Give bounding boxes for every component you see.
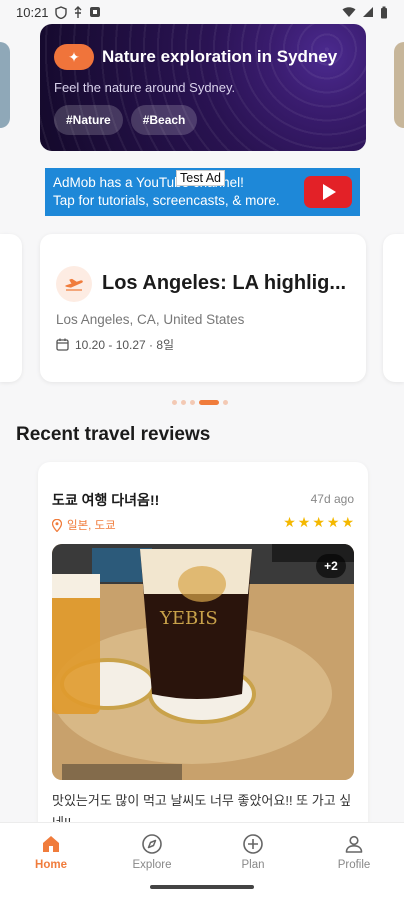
signal-icon xyxy=(363,7,373,17)
carousel-indicator xyxy=(172,400,228,405)
carousel-dot[interactable] xyxy=(190,400,195,405)
compass-icon xyxy=(142,834,162,854)
app-notification-icon xyxy=(89,7,100,17)
usb-icon xyxy=(74,5,82,18)
carousel-dot-active[interactable] xyxy=(199,400,219,405)
plus-circle-icon xyxy=(243,834,263,854)
photo-count-badge: +2 xyxy=(316,554,346,578)
star-icon: ★ xyxy=(312,514,325,530)
status-bar: 10:21 xyxy=(0,0,404,24)
hero-title: Nature exploration in Sydney xyxy=(102,47,338,66)
nav-label: Plan xyxy=(241,859,265,871)
hero-tag[interactable]: #Nature xyxy=(54,105,123,135)
sparkle-icon: ✦ xyxy=(54,44,94,70)
hero-card[interactable]: ✦ Nature exploration in Sydney Feel the … xyxy=(40,24,366,151)
hero-card-peek-left[interactable] xyxy=(0,42,10,128)
trip-card[interactable]: Los Angeles: LA highlig... Los Angeles, … xyxy=(40,234,366,382)
trip-dates: 10.20 - 10.27 · 8일 xyxy=(75,338,175,352)
star-icon: ★ xyxy=(297,514,311,530)
youtube-play-icon[interactable] xyxy=(304,176,352,208)
svg-text:YEBIS: YEBIS xyxy=(159,608,218,629)
carousel-dot[interactable] xyxy=(181,400,186,405)
status-time: 10:21 xyxy=(16,4,49,20)
trip-card-peek-left[interactable] xyxy=(0,234,22,382)
trip-card-peek-right[interactable] xyxy=(383,234,404,382)
nav-label: Profile xyxy=(337,859,371,871)
trip-title: Los Angeles: LA highlig... xyxy=(102,272,347,294)
carousel-dot[interactable] xyxy=(223,400,228,405)
nav-label: Explore xyxy=(132,859,172,871)
test-ad-label: Test Ad xyxy=(176,170,225,186)
review-card[interactable]: 도쿄 여행 다녀옴!! 47d ago 일본, 도쿄 ★ ★ ★ ★ ★ YEB… xyxy=(38,462,368,842)
review-location: 일본, 도쿄 xyxy=(67,520,116,532)
nav-label: Home xyxy=(35,859,67,871)
hero-subtitle: Feel the nature around Sydney. xyxy=(54,80,236,95)
star-icon: ★ xyxy=(326,514,340,530)
person-icon xyxy=(345,835,363,853)
section-title: Recent travel reviews xyxy=(16,424,211,445)
hero-tag[interactable]: #Beach xyxy=(130,105,198,135)
trip-location: Los Angeles, CA, United States xyxy=(56,312,245,327)
beer-photo-illustration: YEBIS xyxy=(52,544,354,780)
nav-plan[interactable]: Plan xyxy=(218,833,288,871)
review-photo[interactable]: YEBIS +2 xyxy=(52,544,354,780)
wifi-icon xyxy=(342,7,356,17)
rating-stars: ★ ★ ★ ★ ★ xyxy=(283,514,354,531)
review-title: 도쿄 여행 다녀옴!! xyxy=(52,492,160,508)
star-icon: ★ xyxy=(283,514,296,530)
calendar-icon xyxy=(56,338,69,351)
airplane-icon xyxy=(56,266,92,302)
shield-icon xyxy=(54,5,67,19)
home-icon xyxy=(43,836,59,852)
nav-home[interactable]: Home xyxy=(16,833,86,871)
review-timestamp: 47d ago xyxy=(310,492,354,506)
battery-icon xyxy=(381,6,387,18)
star-icon: ★ xyxy=(341,514,354,530)
carousel-dot[interactable] xyxy=(172,400,177,405)
home-indicator[interactable] xyxy=(150,885,254,889)
nav-profile[interactable]: Profile xyxy=(319,833,389,871)
location-pin-icon xyxy=(52,518,62,532)
hero-card-peek-right[interactable] xyxy=(394,42,404,128)
nav-explore[interactable]: Explore xyxy=(117,833,187,871)
